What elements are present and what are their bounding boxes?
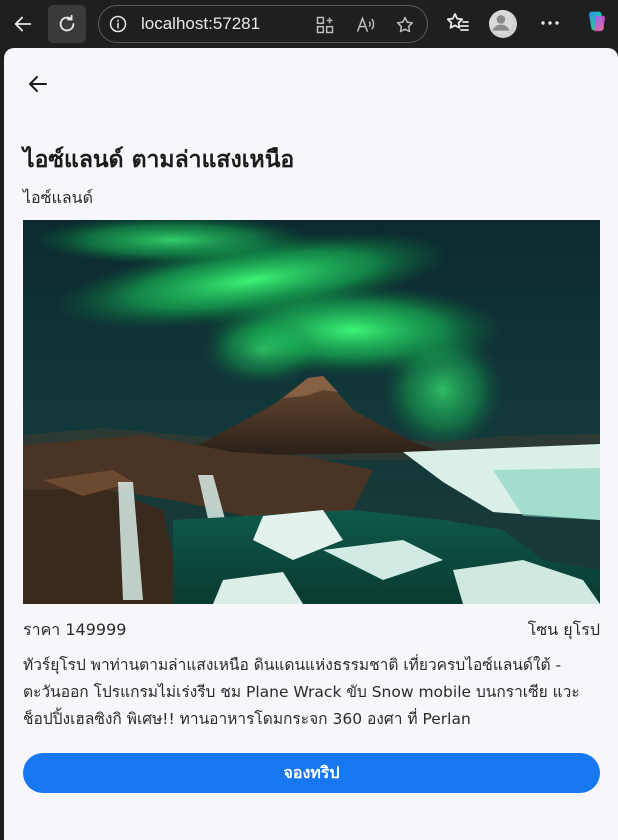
page-back-button[interactable] [22,68,54,100]
read-aloud-icon[interactable] [355,15,375,35]
reload-icon [59,14,75,32]
favorites-icon[interactable] [446,11,470,35]
arrow-left-icon [29,76,47,92]
trip-price: ราคา 149999 [23,620,127,639]
arrow-left-icon [14,16,32,32]
trip-country: ไอซ์แลนด์ [23,188,93,207]
app-available-icon[interactable] [315,15,335,35]
url-text: localhost:57281 [141,14,261,33]
trip-title: ไอซ์แลนด์ ตามล่าแสงเหนือ [23,147,295,173]
copilot-icon[interactable] [584,9,612,37]
page-container: ไอซ์แลนด์ ตามล่าแสงเหนือ ไอซ์แลนด์ ราคา … [4,48,618,840]
browser-back-button[interactable] [4,5,42,43]
address-bar[interactable]: localhost:57281 [98,5,428,43]
more-options-icon[interactable] [538,11,562,35]
trip-hero-image [23,220,600,604]
browser-reload-button[interactable] [48,5,86,43]
browser-toolbar: localhost:57281 [0,0,618,48]
info-icon[interactable] [109,15,127,33]
trip-zone: โซน ยุโรป [527,620,600,639]
book-trip-button[interactable]: จองทริป [23,753,600,793]
favorite-star-icon[interactable] [395,15,415,35]
profile-avatar[interactable] [489,10,517,38]
trip-description: ทัวร์ยุโรป พาท่านตามล่าแสงเหนือ ดินแดนแห… [23,656,580,728]
